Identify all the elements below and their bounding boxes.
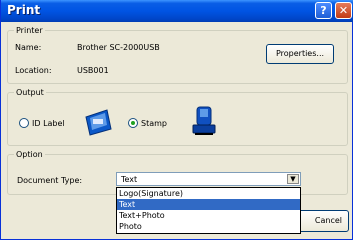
option-group-label: Option	[16, 150, 43, 159]
document-type-dropdown[interactable]: Logo(Signature) Text Text+Photo Photo	[116, 187, 301, 234]
chevron-down-icon[interactable]: ▼	[287, 174, 299, 184]
close-button[interactable]: ✕	[335, 2, 352, 19]
id-label-option-label[interactable]: ID Label	[32, 119, 65, 128]
dropdown-item[interactable]: Text+Photo	[117, 210, 300, 221]
window-title: Print	[7, 3, 41, 17]
id-label-radio[interactable]	[19, 118, 29, 128]
title-bar[interactable]: Print ? ✕	[1, 0, 353, 22]
dropdown-item[interactable]: Logo(Signature)	[117, 188, 300, 199]
dropdown-item[interactable]: Photo	[117, 221, 300, 232]
id-label-icon	[85, 109, 112, 136]
dropdown-item-selected[interactable]: Text	[117, 199, 300, 210]
document-type-label: Document Type:	[17, 176, 83, 185]
output-group-label: Output	[16, 88, 44, 97]
printer-name-label: Name:	[15, 43, 42, 52]
stamp-radio[interactable]	[128, 118, 138, 128]
printer-location-value: USB001	[77, 66, 109, 75]
properties-button[interactable]: Properties...	[266, 44, 334, 64]
help-button[interactable]: ?	[315, 2, 332, 19]
stamp-option-label[interactable]: Stamp	[141, 119, 167, 128]
print-dialog: Print ? ✕ Printer Name: Brother SC-2000U…	[0, 0, 353, 240]
document-type-select[interactable]: Text ▼	[116, 172, 301, 186]
stamp-icon	[192, 106, 216, 135]
document-type-value: Text	[121, 175, 138, 184]
output-group: Output	[7, 88, 348, 146]
printer-group-label: Printer	[16, 26, 43, 35]
printer-location-label: Location:	[15, 66, 52, 75]
printer-name-value: Brother SC-2000USB	[77, 43, 160, 52]
